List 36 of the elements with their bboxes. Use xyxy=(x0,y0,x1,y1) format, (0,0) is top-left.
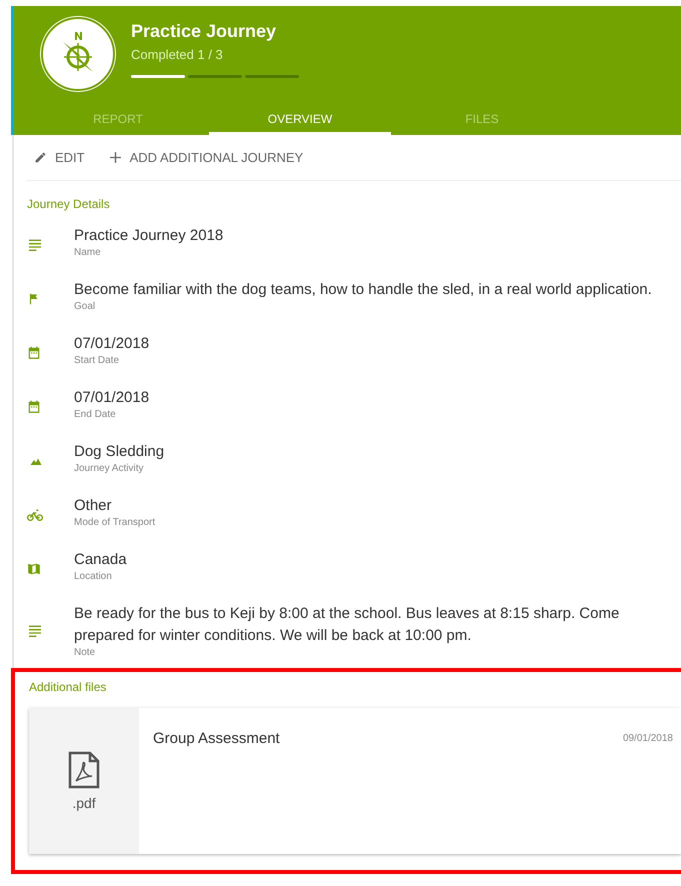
file-card[interactable]: .pdf Group Assessment 09/01/2018 xyxy=(29,708,681,854)
pdf-file-icon xyxy=(68,751,100,789)
detail-label: Note xyxy=(74,647,96,658)
detail-value: Canada xyxy=(74,550,127,570)
edit-button[interactable]: EDIT xyxy=(34,150,85,165)
detail-value: Practice Journey 2018 xyxy=(74,226,224,246)
detail-value: 07/01/2018 xyxy=(74,334,150,354)
detail-label: Name xyxy=(74,247,102,258)
section-title: Journey Details xyxy=(27,197,111,211)
file-extension: .pdf xyxy=(72,795,96,811)
pencil-icon xyxy=(34,151,47,164)
file-date: 09/01/2018 xyxy=(622,732,673,746)
file-name: Group Assessment xyxy=(153,730,280,749)
detail-value: Become familiar with the dog teams, how to handle the sled, in a real world application. xyxy=(74,280,652,300)
journey-title: Practice Journey xyxy=(131,21,278,42)
notes-icon xyxy=(27,622,43,638)
detail-label: Goal xyxy=(74,301,96,312)
detail-value: Be ready for the bus to Keji by 8:00 at the school. Bus leaves at 8:15 sharp. Come prepared for winter conditions. We will be back at 10:00 pm. xyxy=(74,604,620,646)
add-journey-button[interactable]: ADD ADDITIONAL JOURNEY xyxy=(108,150,304,165)
notes-icon xyxy=(27,237,43,253)
section-title: Additional files xyxy=(29,680,108,694)
detail-label: Mode of Transport xyxy=(74,517,156,528)
bicycle-icon xyxy=(27,508,43,522)
calendar-icon xyxy=(27,400,41,414)
detail-label: End Date xyxy=(74,409,117,420)
detail-value: Dog Sledding xyxy=(74,442,164,462)
detail-value: 07/01/2018 xyxy=(74,388,150,408)
map-icon xyxy=(27,561,41,577)
detail-value: Other xyxy=(74,496,113,516)
completion-status: Completed 1 / 3 xyxy=(131,47,224,62)
calendar-icon xyxy=(27,346,41,360)
detail-label: Journey Activity xyxy=(74,463,144,474)
plus-icon xyxy=(108,151,122,164)
tab[interactable]: OVERVIEW xyxy=(209,106,391,135)
detail-label: Start Date xyxy=(74,355,120,366)
detail-label: Location xyxy=(74,571,113,582)
